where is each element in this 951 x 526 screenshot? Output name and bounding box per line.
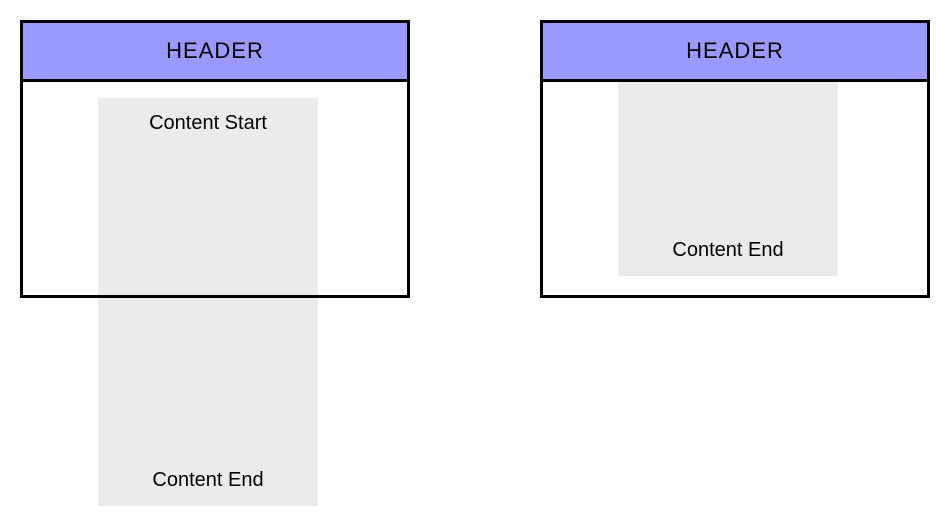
left-body-frame (20, 79, 410, 298)
left-header: HEADER (20, 20, 410, 82)
right-header-label: HEADER (686, 38, 784, 64)
right-header: HEADER (540, 20, 930, 82)
content-end-label: Content End (152, 469, 263, 492)
left-header-label: HEADER (166, 38, 264, 64)
right-body-frame (540, 79, 930, 298)
